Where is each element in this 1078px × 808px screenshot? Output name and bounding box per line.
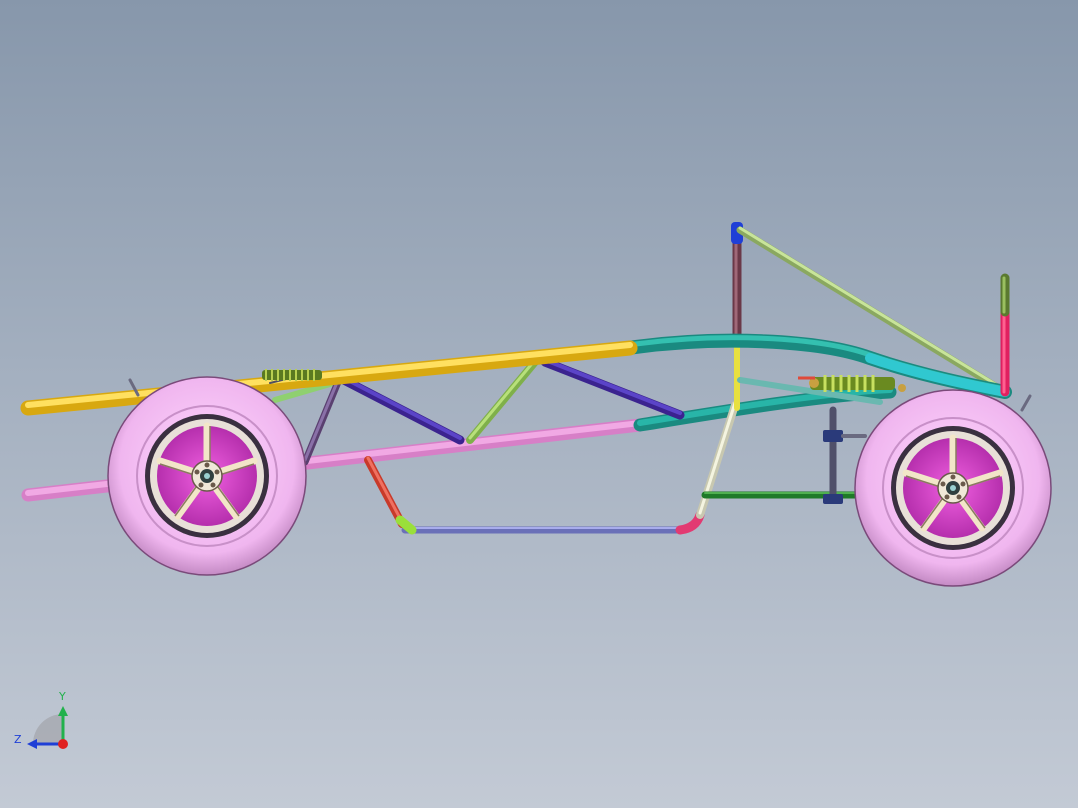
rear-wheel[interactable] xyxy=(107,376,307,576)
chassis-model[interactable]: Y Z xyxy=(0,0,1078,808)
pin-front[interactable] xyxy=(1020,394,1032,412)
floor-corner-green[interactable] xyxy=(395,515,417,535)
triad-z-label: Z xyxy=(14,733,22,746)
front-damper-spring[interactable] xyxy=(798,375,906,392)
triad-quadrant xyxy=(33,714,63,744)
triad-y-label: Y xyxy=(58,690,66,703)
cad-viewport[interactable]: Y Z xyxy=(0,0,1078,808)
front-bracket-upper[interactable] xyxy=(823,430,843,442)
front-wheel[interactable] xyxy=(854,389,1052,587)
rear-damper-spring[interactable] xyxy=(262,369,322,381)
front-bracket-lower[interactable] xyxy=(823,494,843,504)
triad-origin xyxy=(58,739,68,749)
roll-brace[interactable] xyxy=(736,226,1009,396)
view-triad[interactable]: Y Z xyxy=(14,690,68,749)
